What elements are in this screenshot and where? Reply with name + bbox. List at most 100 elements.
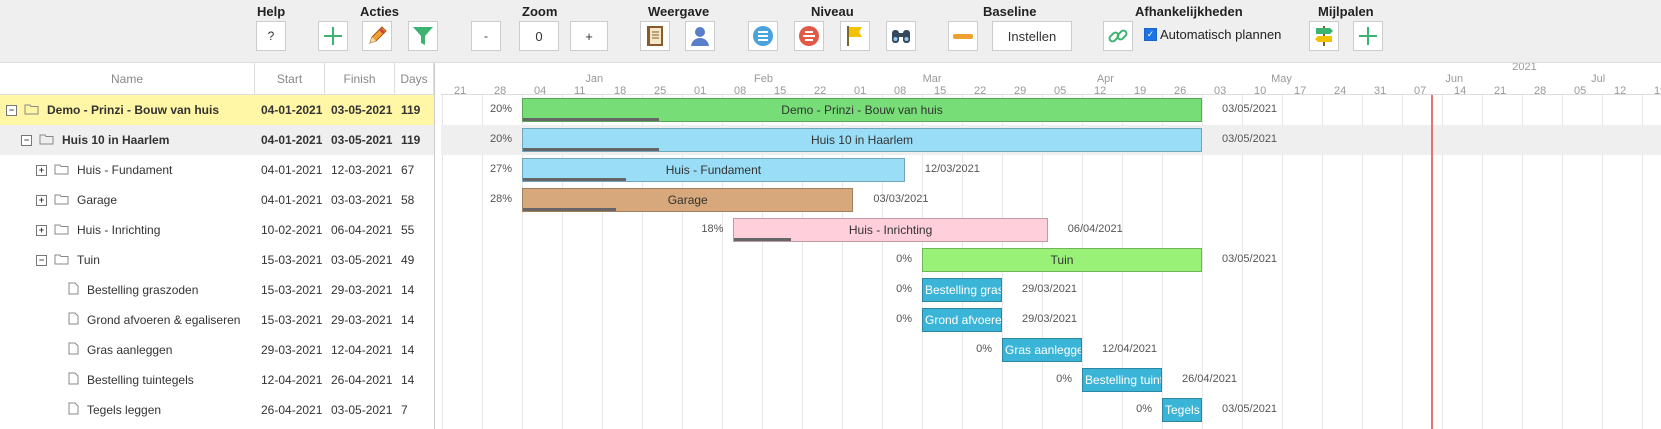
task-start-cell[interactable]: 10-02-2021 bbox=[261, 223, 322, 237]
gantt-bar[interactable]: Huis - Inrichting bbox=[733, 218, 1048, 242]
milestone-button[interactable] bbox=[1309, 21, 1339, 51]
task-finish-cell[interactable]: 03-05-2021 bbox=[331, 253, 392, 267]
task-name-cell[interactable]: Bestelling tuintegels bbox=[51, 372, 194, 388]
task-days-cell[interactable]: 55 bbox=[401, 223, 414, 237]
gantt-bar[interactable]: Huis - Fundament bbox=[522, 158, 905, 182]
add-task-button[interactable] bbox=[318, 21, 348, 51]
task-name-cell[interactable]: Tegels leggen bbox=[51, 402, 161, 418]
notebook-icon bbox=[647, 26, 663, 46]
task-start-cell[interactable]: 15-03-2021 bbox=[261, 253, 322, 267]
task-days-cell[interactable]: 7 bbox=[401, 403, 408, 417]
baseline-set-button[interactable]: Instellen bbox=[992, 21, 1072, 51]
collapse-toggle[interactable]: − bbox=[36, 254, 47, 266]
task-days-cell[interactable]: 49 bbox=[401, 253, 414, 267]
task-name-cell[interactable]: Bestelling graszoden bbox=[51, 282, 198, 298]
task-finish-cell[interactable]: 03-03-2021 bbox=[331, 193, 392, 207]
column-header-days[interactable]: Days bbox=[395, 63, 434, 95]
resources-view-button[interactable] bbox=[685, 21, 715, 51]
zoom-in-button[interactable]: + bbox=[570, 21, 608, 51]
task-name-cell[interactable]: − Tuin bbox=[36, 253, 100, 268]
task-name-cell[interactable]: − Huis 10 in Haarlem bbox=[21, 133, 169, 148]
find-button[interactable] bbox=[886, 21, 916, 51]
task-finish-cell[interactable]: 03-05-2021 bbox=[331, 403, 392, 417]
task-days-cell[interactable]: 14 bbox=[401, 343, 414, 357]
task-start-cell[interactable]: 15-03-2021 bbox=[261, 313, 322, 327]
task-name-cell[interactable]: + Garage bbox=[36, 193, 117, 208]
auto-plan-checkbox[interactable]: ✓ Automatisch plannen bbox=[1144, 27, 1281, 42]
task-finish-cell[interactable]: 03-05-2021 bbox=[331, 133, 392, 147]
filter-button[interactable] bbox=[408, 21, 438, 51]
help-button[interactable]: ? bbox=[256, 21, 286, 51]
collapse-toggle[interactable]: − bbox=[21, 134, 32, 146]
task-name-cell[interactable]: − Demo - Prinzi - Bouw van huis bbox=[6, 103, 219, 118]
task-name-cell[interactable]: + Huis - Inrichting bbox=[36, 223, 160, 238]
task-days-cell[interactable]: 14 bbox=[401, 313, 414, 327]
zoom-out-button[interactable]: - bbox=[471, 21, 501, 51]
gantt-bar[interactable]: Garage bbox=[522, 188, 854, 212]
column-header-finish[interactable]: Finish bbox=[325, 63, 395, 95]
add-milestone-button[interactable] bbox=[1353, 21, 1383, 51]
group-label-zoom: Zoom bbox=[522, 4, 558, 19]
collapse-toggle[interactable]: − bbox=[6, 104, 17, 116]
edit-task-button[interactable] bbox=[362, 21, 392, 51]
task-days-cell[interactable]: 58 bbox=[401, 193, 414, 207]
table-row[interactable]: − Demo - Prinzi - Bouw van huis 04-01-2021… bbox=[0, 95, 434, 125]
task-start-cell[interactable]: 04-01-2021 bbox=[261, 103, 322, 117]
table-row[interactable]: Grond afvoeren & egaliseren 15-03-2021 29-… bbox=[0, 305, 434, 335]
column-header-name[interactable]: Name bbox=[0, 63, 255, 95]
expand-toggle[interactable]: + bbox=[36, 164, 47, 176]
column-header-start[interactable]: Start bbox=[255, 63, 325, 95]
collapse-levels-button[interactable] bbox=[794, 21, 824, 51]
task-finish-cell[interactable]: 26-04-2021 bbox=[331, 373, 392, 387]
task-name-cell[interactable]: Grond afvoeren & egaliseren bbox=[51, 312, 240, 328]
task-days-cell[interactable]: 14 bbox=[401, 283, 414, 297]
table-row[interactable]: Gras aanleggen 29-03-2021 12-04-2021 14 bbox=[0, 335, 434, 365]
table-row[interactable]: − Tuin 15-03-2021 03-05-2021 49 bbox=[0, 245, 434, 275]
table-row[interactable]: + Huis - Inrichting 10-02-2021 06-04-2021 55 bbox=[0, 215, 434, 245]
expand-toggle[interactable]: + bbox=[36, 194, 47, 206]
task-finish-cell[interactable]: 06-04-2021 bbox=[331, 223, 392, 237]
zoom-level-field[interactable]: 0 bbox=[519, 21, 559, 51]
task-start-cell[interactable]: 26-04-2021 bbox=[261, 403, 322, 417]
gantt-bar[interactable]: Bestelling tuintegels bbox=[1082, 368, 1162, 392]
task-start-cell[interactable]: 15-03-2021 bbox=[261, 283, 322, 297]
gantt-bar[interactable]: Tuin bbox=[922, 248, 1202, 272]
task-name-cell[interactable]: Gras aanleggen bbox=[51, 342, 172, 358]
task-start-cell[interactable]: 04-01-2021 bbox=[261, 133, 322, 147]
task-finish-cell[interactable]: 29-03-2021 bbox=[331, 283, 392, 297]
table-row[interactable]: Tegels leggen 26-04-2021 03-05-2021 7 bbox=[0, 395, 434, 425]
task-start-cell[interactable]: 12-04-2021 bbox=[261, 373, 322, 387]
task-start-cell[interactable]: 04-01-2021 bbox=[261, 193, 322, 207]
task-days-cell[interactable]: 14 bbox=[401, 373, 414, 387]
gantt-bar[interactable]: Huis 10 in Haarlem bbox=[522, 128, 1202, 152]
gantt-bar[interactable]: Demo - Prinzi - Bouw van huis bbox=[522, 98, 1202, 122]
table-row[interactable]: + Huis - Fundament 04-01-2021 12-03-2021 67 bbox=[0, 155, 434, 185]
table-row[interactable]: Bestelling graszoden 15-03-2021 29-03-2021… bbox=[0, 275, 434, 305]
gantt-bar[interactable]: Bestelling graszoden bbox=[922, 278, 1002, 302]
task-name-cell[interactable]: + Huis - Fundament bbox=[36, 163, 172, 178]
task-days-cell[interactable]: 119 bbox=[401, 133, 420, 147]
task-finish-cell[interactable]: 12-04-2021 bbox=[331, 343, 392, 357]
gantt-bar[interactable]: Gras aanleggen bbox=[1002, 338, 1082, 362]
gantt-bar[interactable]: Tegels leggen bbox=[1162, 398, 1202, 422]
task-finish-cell[interactable]: 03-05-2021 bbox=[331, 103, 392, 117]
baseline-toggle-button[interactable] bbox=[948, 21, 978, 51]
notebook-view-button[interactable] bbox=[640, 21, 670, 51]
task-days-cell[interactable]: 67 bbox=[401, 163, 414, 177]
gantt-bar[interactable]: Grond afvoeren & egaliseren bbox=[922, 308, 1002, 332]
flag-button[interactable] bbox=[840, 21, 870, 51]
table-row[interactable]: − Huis 10 in Haarlem 04-01-2021 03-05-2021 1… bbox=[0, 125, 434, 155]
funnel-icon bbox=[413, 27, 433, 45]
task-start-cell[interactable]: 04-01-2021 bbox=[261, 163, 322, 177]
task-start-cell[interactable]: 29-03-2021 bbox=[261, 343, 322, 357]
expand-toggle[interactable]: + bbox=[36, 224, 47, 236]
task-finish-cell[interactable]: 12-03-2021 bbox=[331, 163, 392, 177]
dependency-button[interactable] bbox=[1103, 21, 1133, 51]
table-row[interactable]: Bestelling tuintegels 12-04-2021 26-04-202… bbox=[0, 365, 434, 395]
task-days-cell[interactable]: 119 bbox=[401, 103, 420, 117]
gantt-end-date-label: 12/04/2021 bbox=[1102, 343, 1158, 355]
table-row[interactable]: + Garage 04-01-2021 03-03-2021 58 bbox=[0, 185, 434, 215]
task-finish-cell[interactable]: 29-03-2021 bbox=[331, 313, 392, 327]
checkbox-checked-icon: ✓ bbox=[1144, 28, 1157, 41]
expand-levels-button[interactable] bbox=[748, 21, 778, 51]
